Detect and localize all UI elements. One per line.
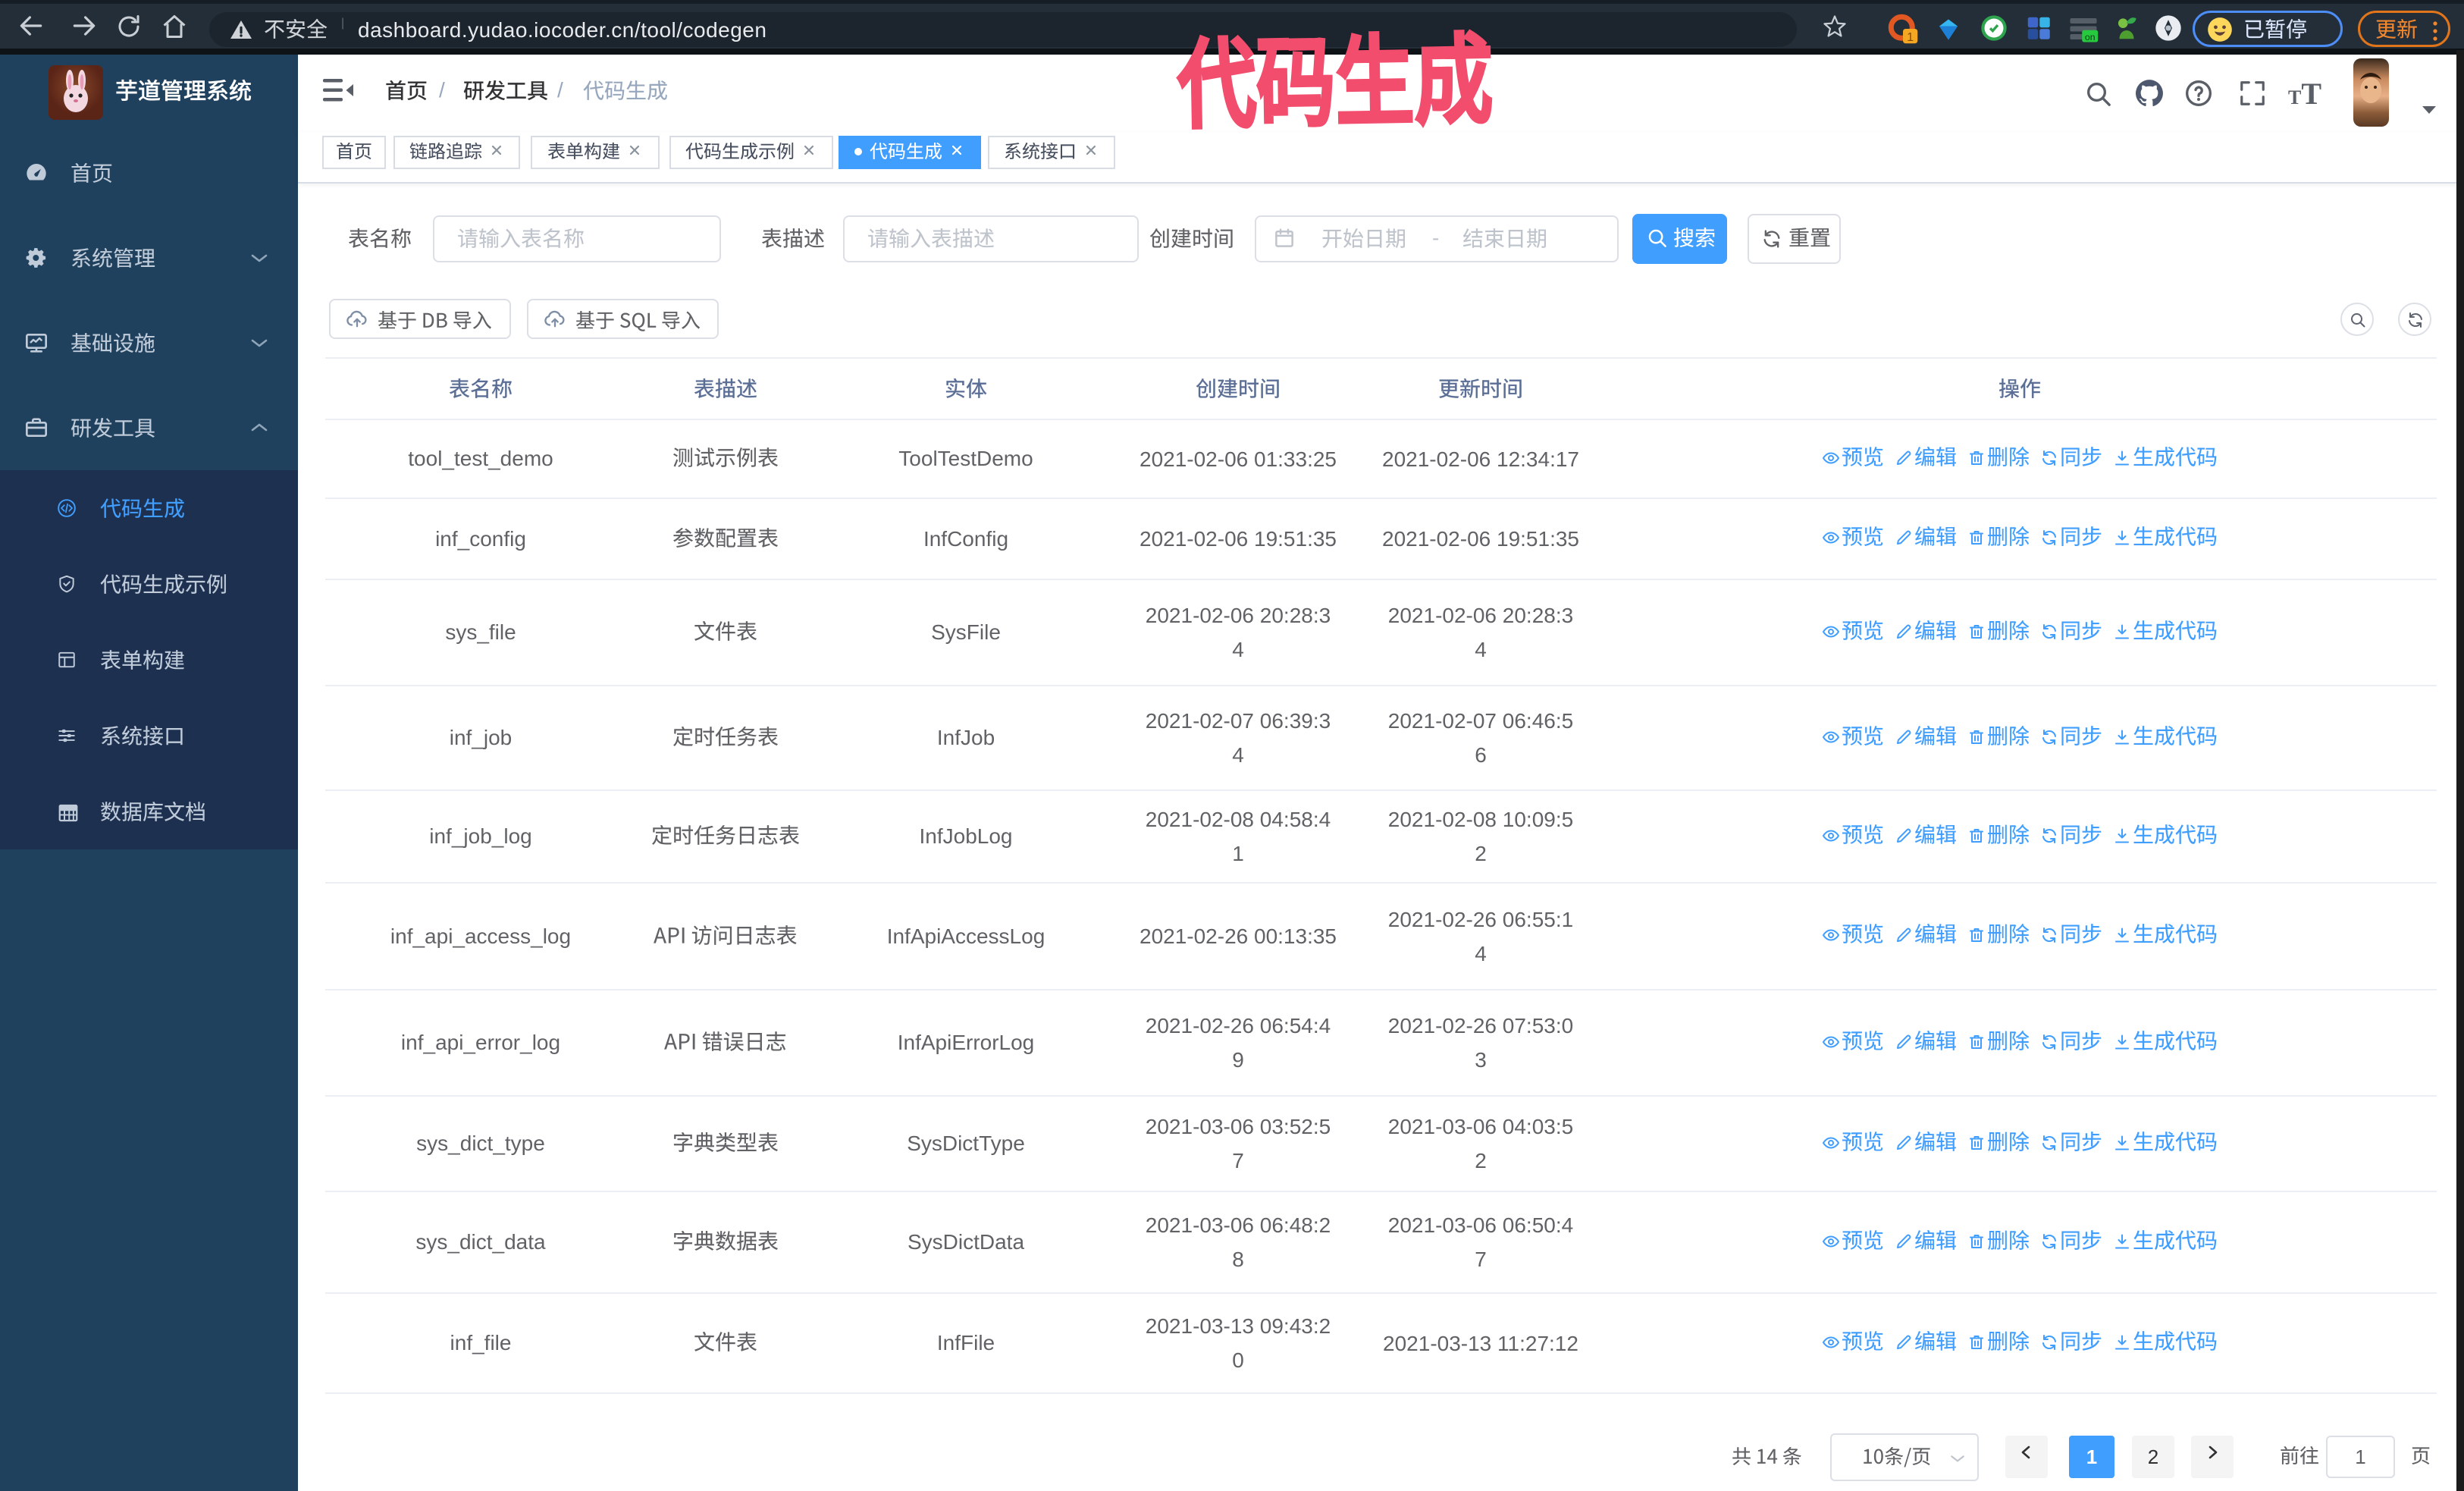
svg-text:on: on xyxy=(2085,32,2096,42)
svg-text:1: 1 xyxy=(1907,31,1914,44)
